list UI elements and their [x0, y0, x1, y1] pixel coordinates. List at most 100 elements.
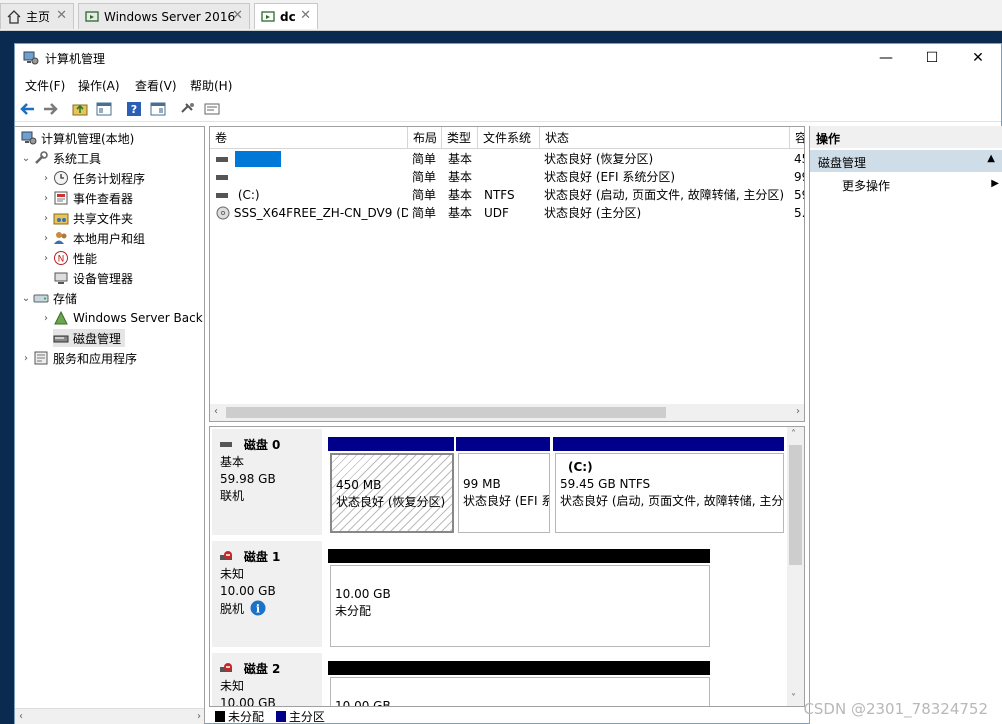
scrollbar-thumb[interactable]: [789, 445, 802, 565]
tree-system-tools[interactable]: ⌄ 系统工具: [19, 149, 101, 167]
partition-c[interactable]: (C:) 59.45 GB NTFS 状态良好 (启动, 页面文件, 故障转储,…: [555, 453, 784, 533]
scrollbar-thumb[interactable]: [226, 407, 666, 418]
disk-0-size: 59.98 GB: [220, 472, 276, 486]
tree-horizontal-scrollbar[interactable]: ‹ ›: [15, 708, 204, 724]
column-type[interactable]: 类型: [442, 127, 478, 149]
disk-1-name: 磁盘 1: [243, 550, 281, 564]
maximize-button[interactable]: ☐: [909, 44, 955, 72]
tree-shared-folders[interactable]: › 共享文件夹: [39, 209, 133, 227]
tree-task-scheduler[interactable]: › 任务计划程序: [39, 169, 145, 187]
column-volume[interactable]: 卷: [210, 127, 408, 149]
services-icon: [34, 351, 48, 365]
properties-icon[interactable]: [203, 100, 221, 118]
back-arrow-icon[interactable]: [19, 100, 37, 118]
collapse-up-icon[interactable]: ▲: [987, 153, 995, 164]
submenu-arrow-icon[interactable]: ▶: [991, 178, 999, 189]
chevron-right-icon[interactable]: ›: [39, 253, 53, 264]
partition-size: 10.00 GB: [335, 587, 391, 601]
close-icon[interactable]: ✕: [56, 8, 67, 23]
table-row[interactable]: SSS_X64FREE_ZH-CN_DV9 (D:) 简单 基本 UDF 状态良…: [210, 204, 804, 222]
menu-action[interactable]: 操作(A): [78, 77, 120, 94]
tree-disk-management[interactable]: 磁盘管理: [53, 329, 126, 347]
tree-storage[interactable]: ⌄ 存储: [19, 289, 77, 307]
tree-windows-server-backup[interactable]: › Windows Server Back: [39, 309, 203, 327]
volume-list-horizontal-scrollbar[interactable]: ‹ ›: [210, 404, 804, 421]
menu-file[interactable]: 文件(F): [25, 77, 65, 94]
scroll-down-icon[interactable]: ˅: [791, 693, 796, 704]
tools-icon: [35, 151, 48, 164]
volume-icon: [216, 175, 228, 180]
chevron-right-icon[interactable]: ›: [39, 193, 53, 204]
disk-0-info[interactable]: 磁盘 0 基本 59.98 GB 联机: [212, 429, 322, 535]
close-icon[interactable]: ✕: [232, 8, 243, 23]
tab-home[interactable]: 主页 ✕: [0, 3, 74, 29]
show-hide-console-tree-icon[interactable]: [95, 100, 113, 118]
disk-2-info[interactable]: 磁盘 2 未知 10.00 GB: [212, 653, 322, 706]
connect-icon[interactable]: [179, 100, 197, 118]
column-capacity[interactable]: 容: [790, 127, 804, 149]
close-icon[interactable]: ✕: [300, 8, 311, 23]
chevron-down-icon[interactable]: ⌄: [19, 293, 33, 304]
show-hide-action-pane-icon[interactable]: [149, 100, 167, 118]
table-row[interactable]: 简单 基本 状态良好 (EFI 系统分区) 99: [210, 168, 804, 186]
tree-event-viewer[interactable]: › 事件查看器: [39, 189, 133, 207]
more-actions[interactable]: 更多操作: [842, 177, 890, 194]
tree-performance[interactable]: › N 性能: [39, 249, 97, 267]
info-icon[interactable]: i: [250, 600, 266, 616]
disk-offline-icon: [220, 663, 232, 672]
disk-2-name: 磁盘 2: [243, 662, 281, 676]
chevron-right-icon[interactable]: ›: [39, 173, 53, 184]
chevron-right-icon[interactable]: ›: [39, 213, 53, 224]
volume-icon: [216, 157, 228, 162]
partition-status: 未分配: [335, 604, 372, 618]
partition-efi[interactable]: 99 MB 状态良好 (EFI 系: [458, 453, 550, 533]
disk-1-info[interactable]: 磁盘 1 未知 10.00 GB 脱机 i: [212, 541, 322, 647]
tree-root-label: 计算机管理(本地): [41, 131, 135, 146]
backup-icon: [54, 310, 68, 325]
type-cell: 基本: [448, 152, 473, 166]
capacity-cell: 45: [794, 152, 804, 166]
tab-dc[interactable]: dc ✕: [254, 3, 318, 29]
table-row[interactable]: 简单 基本 状态良好 (恢复分区) 45: [210, 150, 804, 168]
tree-device-manager-label: 设备管理器: [73, 271, 134, 286]
tab-windows-server[interactable]: Windows Server 2016 ✕: [78, 3, 250, 29]
partition-unallocated[interactable]: 10.00 GB 未分配: [330, 565, 710, 647]
column-layout[interactable]: 布局: [408, 127, 442, 149]
column-status[interactable]: 状态: [540, 127, 790, 149]
minimize-button[interactable]: —: [863, 44, 909, 72]
device-manager-icon: [54, 272, 68, 284]
disk-icon: [53, 335, 69, 343]
scroll-left-icon[interactable]: ‹: [214, 406, 218, 417]
close-button[interactable]: ✕: [955, 44, 1001, 72]
chevron-right-icon[interactable]: ›: [19, 353, 33, 364]
chevron-right-icon[interactable]: ›: [39, 233, 53, 244]
menu-view[interactable]: 查看(V): [135, 77, 177, 94]
partition-unallocated[interactable]: 10.00 GB: [330, 677, 710, 706]
scroll-right-icon[interactable]: ›: [796, 406, 800, 417]
tree-device-manager[interactable]: 设备管理器: [53, 269, 133, 287]
actions-section-disk-management[interactable]: 磁盘管理 ▲: [810, 150, 1002, 172]
chevron-down-icon[interactable]: ⌄: [19, 153, 33, 164]
scroll-up-icon[interactable]: ˄: [791, 429, 796, 440]
tree-shared-folders-label: 共享文件夹: [73, 211, 134, 226]
chevron-right-icon[interactable]: ›: [39, 313, 53, 324]
scroll-right-icon[interactable]: ›: [197, 711, 201, 722]
help-icon[interactable]: ?: [125, 100, 143, 118]
capacity-cell: 59: [794, 188, 804, 202]
column-filesystem[interactable]: 文件系统: [478, 127, 540, 149]
scroll-left-icon[interactable]: ‹: [19, 711, 23, 722]
svg-text:i: i: [256, 603, 260, 616]
tree-local-users[interactable]: › 本地用户和组: [39, 229, 145, 247]
status-cell: 状态良好 (恢复分区): [544, 152, 654, 166]
shared-folder-icon: [53, 213, 69, 225]
table-row[interactable]: (C:) 简单 基本 NTFS 状态良好 (启动, 页面文件, 故障转储, 主分…: [210, 186, 804, 204]
menu-help[interactable]: 帮助(H): [190, 77, 232, 94]
disk-view-vertical-scrollbar[interactable]: ˄ ˅: [787, 427, 804, 706]
tree-root[interactable]: 计算机管理(本地): [21, 129, 134, 147]
tree-services-apps[interactable]: › 服务和应用程序: [19, 349, 137, 367]
legend-label: 主分区: [288, 710, 325, 724]
up-folder-icon[interactable]: [71, 100, 89, 118]
tree-disk-management-label: 磁盘管理: [73, 331, 122, 346]
partition-recovery[interactable]: 450 MB 状态良好 (恢复分区): [330, 453, 454, 533]
forward-arrow-icon[interactable]: [41, 100, 59, 118]
